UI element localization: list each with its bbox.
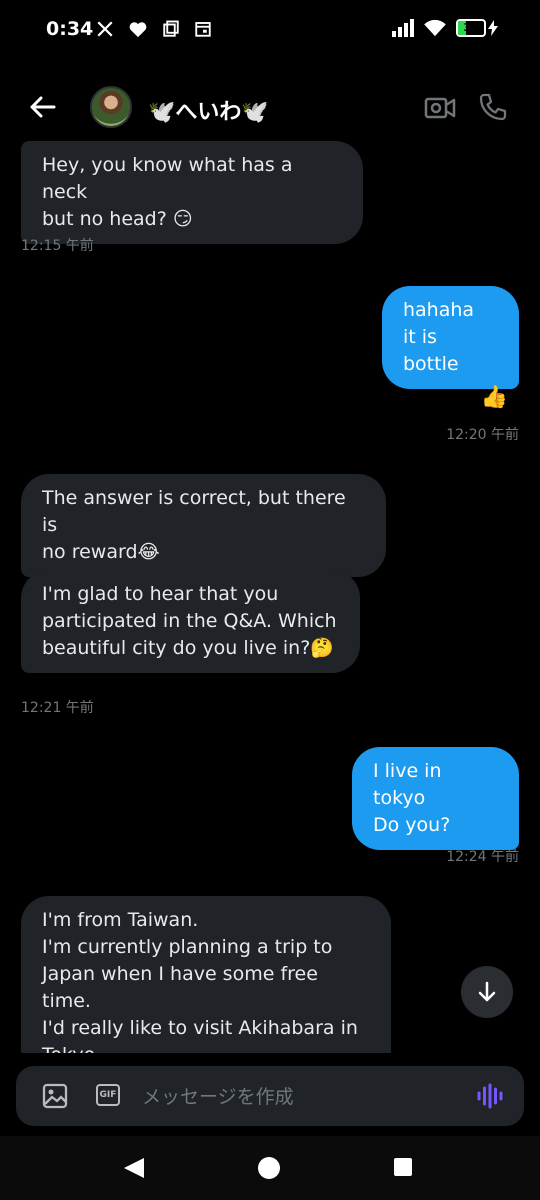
copy-icon [163,20,179,37]
phone-icon[interactable] [478,92,508,122]
battery-icon: 30 [456,19,498,37]
conversation-header: 🕊️へいわ🕊️ [0,72,540,148]
message-text: The answer is correct, but there is no r… [42,487,346,563]
message-timestamp: 12:15 午前 [21,238,94,254]
conversation-title[interactable]: 🕊️へいわ🕊️ [148,94,269,126]
message-text: I live in tokyo Do you? [373,760,451,836]
nav-home-icon[interactable] [258,1157,280,1179]
message-bubble-incoming[interactable]: I'm glad to hear that you participated i… [21,570,360,673]
gif-icon[interactable]: GIF [96,1084,120,1106]
message-bubble-incoming[interactable]: I'm from Taiwan. I'm currently planning … [21,896,391,1053]
back-arrow-icon[interactable] [26,90,60,124]
video-call-icon[interactable] [424,94,456,122]
message-composer: GIF [16,1066,524,1126]
message-input[interactable] [140,1082,454,1112]
message-text: hahaha it is bottle [403,299,475,375]
reaction-emoji[interactable]: 👍 [481,385,508,410]
calendar-icon [195,22,211,37]
nav-recents-icon[interactable] [394,1158,412,1176]
signal-icon [392,19,414,37]
scroll-to-bottom-button[interactable] [461,966,513,1018]
notification-icons [96,20,212,38]
system-navigation-bar [0,1136,540,1200]
system-icons: 30 [392,19,498,37]
charging-icon [488,20,498,36]
heart-icon [129,22,147,38]
message-text: Hey, you know what has a neck but no hea… [42,154,293,230]
x-logo-icon [97,21,113,37]
battery-text: 30 [463,21,479,34]
message-timestamp: 12:24 午前 [446,849,519,865]
message-timestamp: 12:20 午前 [446,427,519,443]
message-text: I'm from Taiwan. I'm currently planning … [42,909,358,1053]
wifi-icon [424,19,446,37]
message-bubble-incoming[interactable]: Hey, you know what has a neck but no hea… [21,141,363,244]
status-time: 0:34 [46,18,94,40]
message-bubble-incoming[interactable]: The answer is correct, but there is no r… [21,474,386,577]
status-bar: 0:34 30 [0,0,540,62]
message-text: I'm glad to hear that you participated i… [42,583,337,659]
avatar[interactable] [90,86,132,128]
message-bubble-outgoing[interactable]: hahaha it is bottle [382,286,519,389]
nav-back-icon[interactable] [122,1156,146,1180]
message-bubble-outgoing[interactable]: I live in tokyo Do you? [352,747,519,850]
image-icon[interactable] [42,1083,68,1109]
arrow-down-icon [478,981,496,1002]
voice-icon[interactable] [476,1082,504,1110]
message-timestamp: 12:21 午前 [21,700,94,716]
